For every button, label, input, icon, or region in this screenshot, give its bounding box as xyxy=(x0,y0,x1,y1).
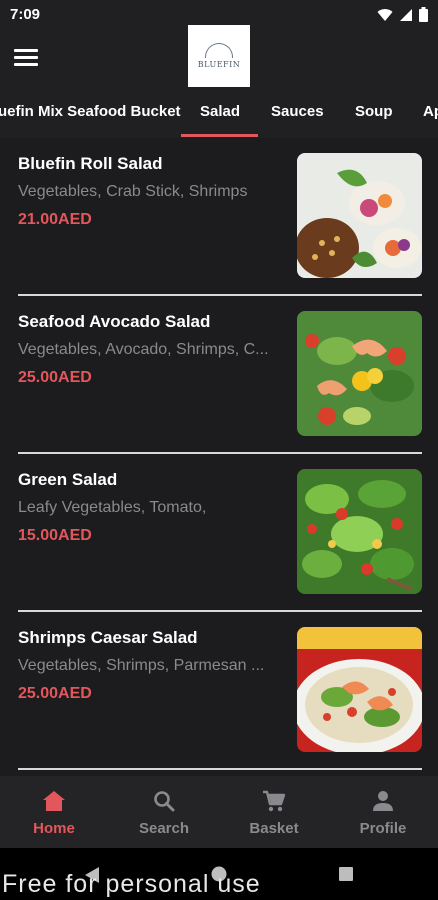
signal-icon xyxy=(400,8,412,21)
item-price: 21.00AED xyxy=(18,211,92,228)
item-divider xyxy=(18,768,422,770)
tab-salad[interactable]: Salad xyxy=(200,103,240,120)
item-image-spring-roll-salad[interactable] xyxy=(297,153,422,278)
item-name: Shrimps Caesar Salad xyxy=(18,628,198,647)
item-name: Seafood Avocado Salad xyxy=(18,312,211,331)
item-description: Leafy Vegetables, Tomato, xyxy=(18,499,207,516)
tab-soup[interactable]: Soup xyxy=(355,103,393,120)
menu-item[interactable]: Shrimps Caesar Salad Vegetables, Shrimps… xyxy=(0,612,438,770)
menu-item[interactable]: Bluefin Roll Salad Vegetables, Crab Stic… xyxy=(0,138,438,296)
search-icon xyxy=(154,791,175,812)
active-tab-indicator xyxy=(181,134,258,137)
tab-appetizers[interactable]: Ap xyxy=(423,103,438,120)
nav-search[interactable]: Search xyxy=(114,790,214,837)
item-description: Vegetables, Shrimps, Parmesan ... xyxy=(18,657,265,674)
brand-logo[interactable]: BLUEFIN xyxy=(188,25,250,87)
watermark-text: Free for personal use xyxy=(2,870,261,898)
nav-home-label: Home xyxy=(33,820,75,837)
item-image-avocado-shrimp-salad[interactable] xyxy=(297,311,422,436)
item-image-caesar-salad[interactable] xyxy=(297,627,422,752)
nav-basket[interactable]: Basket xyxy=(224,790,324,837)
logo-mark xyxy=(205,43,233,58)
app-header: BLUEFIN xyxy=(0,25,438,88)
item-price: 25.00AED xyxy=(18,685,92,702)
wifi-icon xyxy=(377,8,393,21)
menu-item[interactable]: Green Salad Leafy Vegetables, Tomato, 15… xyxy=(0,454,438,612)
item-name: Green Salad xyxy=(18,470,118,489)
battery-icon xyxy=(419,7,428,22)
recents-icon[interactable] xyxy=(338,866,354,882)
item-description: Vegetables, Crab Stick, Shrimps xyxy=(18,183,248,200)
menu-item[interactable]: Seafood Avocado Salad Vegetables, Avocad… xyxy=(0,296,438,454)
bottom-navigation: Home Search Basket Profile xyxy=(0,776,438,848)
logo-text: BLUEFIN xyxy=(197,60,241,69)
status-icons xyxy=(377,7,428,22)
home-icon xyxy=(43,791,65,811)
tab-seafood-bucket[interactable]: uefin Mix Seafood Bucket xyxy=(0,103,181,120)
nav-profile[interactable]: Profile xyxy=(333,790,433,837)
profile-icon xyxy=(373,791,393,811)
item-description: Vegetables, Avocado, Shrimps, C... xyxy=(18,341,269,358)
item-price: 25.00AED xyxy=(18,369,92,386)
category-tabs: uefin Mix Seafood Bucket Salad Sauces So… xyxy=(0,88,438,138)
menu-icon[interactable] xyxy=(14,45,38,67)
menu-list: Bluefin Roll Salad Vegetables, Crab Stic… xyxy=(0,138,438,776)
nav-profile-label: Profile xyxy=(359,820,407,837)
cart-icon xyxy=(263,790,286,812)
tab-sauces[interactable]: Sauces xyxy=(271,103,324,120)
item-name: Bluefin Roll Salad xyxy=(18,154,163,173)
nav-search-label: Search xyxy=(138,820,190,837)
nav-home[interactable]: Home xyxy=(4,790,104,837)
item-price: 15.00AED xyxy=(18,527,92,544)
status-time: 7:09 xyxy=(10,6,41,23)
item-image-green-salad[interactable] xyxy=(297,469,422,594)
nav-basket-label: Basket xyxy=(249,820,299,837)
